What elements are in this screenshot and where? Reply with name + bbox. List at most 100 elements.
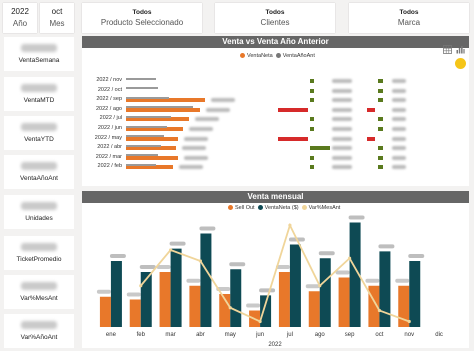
venta-neta-bar[interactable] bbox=[126, 136, 179, 141]
x-tick-label: ene bbox=[106, 332, 117, 338]
variation-bar[interactable] bbox=[310, 88, 314, 93]
blurred-data-label bbox=[186, 278, 201, 283]
venta-ant-bar[interactable] bbox=[126, 106, 193, 109]
blurred-value bbox=[181, 146, 206, 151]
pct-variation-bar[interactable] bbox=[378, 79, 383, 83]
kpi-venta-semana: VentaSemana bbox=[4, 37, 74, 71]
blurred-value bbox=[332, 146, 352, 151]
pct-variation-bar[interactable] bbox=[367, 136, 375, 141]
blurred-value bbox=[392, 79, 406, 83]
variation-bar[interactable] bbox=[310, 98, 314, 103]
venta-neta-bar[interactable] bbox=[126, 98, 206, 103]
venta-ant-bar[interactable] bbox=[126, 77, 157, 80]
pct-variation-bar[interactable] bbox=[367, 107, 375, 112]
sun-icon[interactable] bbox=[455, 58, 466, 69]
var-point[interactable] bbox=[139, 284, 143, 288]
pct-variation-bar[interactable] bbox=[378, 155, 383, 160]
venta-ant-bar[interactable] bbox=[126, 154, 159, 157]
blurred-value bbox=[332, 165, 352, 170]
variation-bar[interactable] bbox=[310, 146, 330, 151]
x-axis-title: 2022 bbox=[268, 342, 282, 348]
pct-variation-bar[interactable] bbox=[378, 146, 383, 151]
blurred-value bbox=[332, 127, 352, 131]
variation-bar[interactable] bbox=[310, 155, 314, 160]
variation-bar[interactable] bbox=[310, 127, 314, 131]
sell-out-bar[interactable] bbox=[129, 299, 141, 328]
x-tick-label: may bbox=[225, 332, 236, 338]
sell-out-bar[interactable] bbox=[159, 272, 171, 327]
var-point[interactable] bbox=[347, 256, 352, 260]
venta-ant-bar[interactable] bbox=[126, 135, 164, 138]
month-slicer[interactable]: oct Mes bbox=[40, 3, 74, 33]
var-point[interactable] bbox=[198, 259, 203, 263]
product-slicer[interactable]: Todos Producto Seleccionado bbox=[82, 3, 202, 33]
venta-ant-bar[interactable] bbox=[126, 125, 168, 128]
kpi-label: Var%AñoAnt bbox=[20, 334, 58, 341]
blurred-data-label bbox=[378, 244, 395, 249]
var-point[interactable] bbox=[228, 306, 232, 310]
var-point[interactable] bbox=[377, 308, 382, 313]
venta-neta-bar[interactable] bbox=[126, 127, 183, 131]
pct-variation-bar[interactable] bbox=[378, 88, 383, 93]
bottom-chart-title: Venta mensual bbox=[82, 191, 469, 203]
venta-neta-bar[interactable] bbox=[126, 155, 179, 160]
blurred-value bbox=[178, 165, 203, 170]
venta-neta-bar[interactable] bbox=[126, 146, 176, 151]
blurred-value bbox=[392, 165, 406, 170]
venta-ant-bar[interactable] bbox=[126, 115, 172, 118]
variation-bar[interactable] bbox=[278, 136, 308, 141]
blurred-data-label bbox=[305, 284, 320, 289]
pct-variation-bar[interactable] bbox=[378, 127, 383, 131]
venta-neta-bar[interactable] bbox=[289, 244, 301, 328]
bar-chart-icon[interactable] bbox=[456, 45, 465, 54]
blurred-value bbox=[392, 117, 406, 122]
table-icon[interactable] bbox=[443, 45, 452, 54]
venta-ant-bar[interactable] bbox=[126, 87, 159, 90]
venta-ant-bar[interactable] bbox=[126, 163, 157, 166]
var-point[interactable] bbox=[288, 223, 292, 227]
brand-slicer[interactable]: Todos Marca bbox=[349, 3, 469, 33]
venta-neta-bar[interactable] bbox=[379, 251, 391, 327]
blurred-value bbox=[188, 127, 213, 131]
venta-neta-bar[interactable] bbox=[126, 117, 189, 122]
pct-variation-bar[interactable] bbox=[378, 98, 383, 103]
client-slicer[interactable]: Todos Clientes bbox=[215, 3, 335, 33]
var-point[interactable] bbox=[318, 284, 322, 288]
var-point[interactable] bbox=[407, 319, 411, 324]
kpi-label: VentaAñoAnt bbox=[20, 175, 58, 182]
blurred-data-label bbox=[335, 270, 350, 275]
year-slicer[interactable]: 2022 Año bbox=[3, 3, 37, 33]
sell-out-bar[interactable] bbox=[278, 272, 290, 327]
variation-bar[interactable] bbox=[310, 165, 314, 170]
kpi-label: Unidades bbox=[25, 215, 53, 222]
venta-neta-bar[interactable] bbox=[230, 269, 242, 327]
venta-neta-bar[interactable] bbox=[200, 233, 212, 328]
pct-variation-bar[interactable] bbox=[378, 165, 383, 170]
kpi-label: VentaSemana bbox=[18, 57, 60, 64]
sell-out-bar[interactable] bbox=[308, 291, 320, 327]
venta-ant-bar[interactable] bbox=[126, 96, 170, 99]
sell-out-bar[interactable] bbox=[189, 285, 201, 327]
sell-out-bar[interactable] bbox=[338, 277, 350, 328]
variation-bar[interactable] bbox=[310, 79, 314, 83]
venta-neta-bar[interactable] bbox=[260, 295, 272, 327]
venta-neta-bar[interactable] bbox=[110, 261, 122, 327]
venta-neta-bar[interactable] bbox=[126, 165, 173, 170]
sell-out-bar[interactable] bbox=[99, 296, 111, 327]
kpi-ticket-promedio: TicketPromedio bbox=[4, 236, 74, 270]
venta-ant-bar[interactable] bbox=[126, 144, 161, 147]
kpi-var-mes-ant: Var%MesAnt bbox=[4, 275, 74, 309]
legend-ventaanoant: VentaAñoAnt bbox=[282, 53, 315, 59]
venta-neta-bar[interactable] bbox=[319, 258, 331, 327]
venta-neta-bar[interactable] bbox=[409, 261, 421, 327]
blurred-data-label bbox=[126, 292, 141, 297]
variation-bar[interactable] bbox=[310, 117, 314, 122]
venta-neta-bar[interactable] bbox=[126, 107, 200, 112]
variation-bar[interactable] bbox=[278, 107, 308, 112]
venta-mensual-panel: Venta mensual Sell Out VentaNeta ($) Var… bbox=[82, 191, 469, 348]
pct-variation-bar[interactable] bbox=[378, 117, 383, 122]
var-point[interactable] bbox=[168, 248, 173, 252]
var-point[interactable] bbox=[258, 319, 262, 324]
venta-neta-bar[interactable] bbox=[170, 248, 182, 327]
venta-vs-ano-anterior-panel: Venta vs Venta Año Anterior VentaNeta Ve… bbox=[82, 36, 469, 186]
